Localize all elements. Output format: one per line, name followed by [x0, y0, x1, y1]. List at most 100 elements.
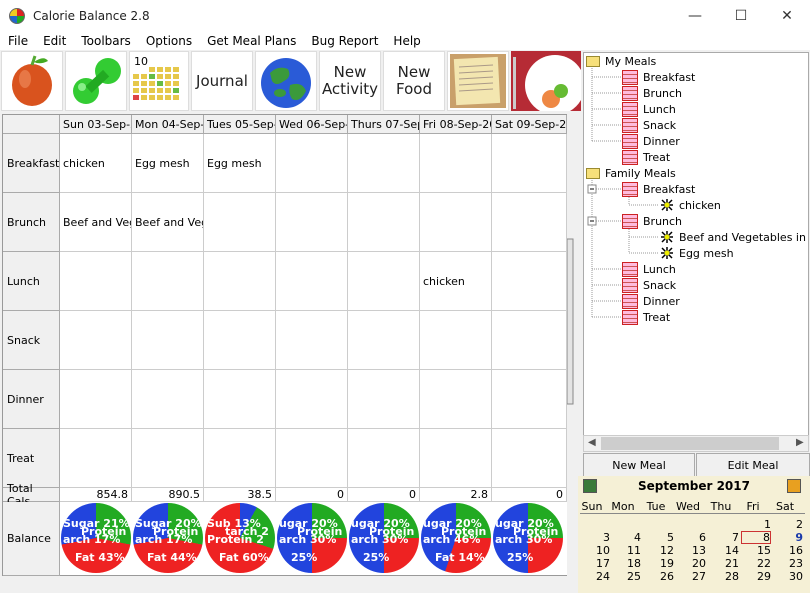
calendar-day[interactable]: 29: [741, 570, 771, 583]
calendar-day[interactable]: 21: [709, 557, 739, 570]
calendar-day[interactable]: 14: [709, 544, 739, 557]
meal-cell[interactable]: Egg mesh: [204, 134, 276, 193]
meal-cell[interactable]: [348, 134, 420, 193]
tree-my-meal-item[interactable]: Brunch: [622, 86, 682, 101]
meal-cell[interactable]: Beef and Veg: [60, 193, 132, 252]
meal-cell[interactable]: [60, 429, 132, 488]
meal-cell[interactable]: [348, 370, 420, 429]
meal-cell[interactable]: [204, 193, 276, 252]
meal-cell[interactable]: [492, 370, 567, 429]
tree-my-meals[interactable]: My Meals: [586, 55, 656, 68]
meal-cell[interactable]: chicken: [60, 134, 132, 193]
tree-family-breakfast[interactable]: Breakfast: [622, 182, 695, 197]
new-meal-button[interactable]: New Meal: [583, 453, 695, 477]
column-header-wed[interactable]: Wed 06-Sep-2: [276, 115, 348, 134]
menu-bug-report[interactable]: Bug Report: [303, 34, 385, 48]
tree-family-meal-item[interactable]: Snack: [622, 278, 676, 293]
meal-cell[interactable]: [348, 193, 420, 252]
meal-cell[interactable]: [204, 311, 276, 370]
calendar-day[interactable]: 27: [676, 570, 706, 583]
calendar-day[interactable]: 2: [773, 518, 803, 531]
tree-my-meal-item[interactable]: Treat: [622, 150, 670, 165]
edit-meal-button[interactable]: Edit Meal: [696, 453, 810, 477]
calendar-day[interactable]: 23: [773, 557, 803, 570]
new-activity-button[interactable]: New Activity: [319, 51, 381, 111]
tree-horizontal-scrollbar[interactable]: ◀ ▶: [583, 435, 809, 452]
tree-food-item[interactable]: Egg mesh: [660, 246, 734, 260]
tree-food-item[interactable]: Beef and Vegetables in Ric: [660, 230, 808, 244]
column-header-fri[interactable]: Fri 08-Sep-20: [420, 115, 492, 134]
scroll-left-icon[interactable]: ◀: [588, 437, 596, 448]
calendar-day[interactable]: 9: [773, 531, 803, 544]
calendar-day[interactable]: 7: [709, 531, 739, 544]
meal-cell[interactable]: [492, 311, 567, 370]
column-header-sat[interactable]: Sat 09-Sep-20: [492, 115, 567, 134]
meal-cell[interactable]: [132, 311, 204, 370]
column-header-tue[interactable]: Tues 05-Sep-:: [204, 115, 276, 134]
web-button[interactable]: [255, 51, 317, 111]
calendar-day[interactable]: 20: [676, 557, 706, 570]
meal-cell[interactable]: [420, 370, 492, 429]
meal-cell[interactable]: [60, 370, 132, 429]
meal-cell[interactable]: [276, 134, 348, 193]
calendar-day[interactable]: 10: [580, 544, 610, 557]
food-button[interactable]: [1, 51, 63, 111]
meal-cell[interactable]: [492, 134, 567, 193]
tree-my-meal-item[interactable]: Dinner: [622, 134, 680, 149]
calendar-day[interactable]: 16: [773, 544, 803, 557]
recipe-button[interactable]: [447, 51, 509, 111]
meal-cell[interactable]: [492, 193, 567, 252]
meal-cell[interactable]: [276, 429, 348, 488]
meal-cell[interactable]: [420, 311, 492, 370]
calendar-day[interactable]: 11: [611, 544, 641, 557]
meal-cell[interactable]: [348, 429, 420, 488]
meal-cell[interactable]: [132, 252, 204, 311]
meal-cell[interactable]: [60, 252, 132, 311]
calendar-day[interactable]: 22: [741, 557, 771, 570]
scroll-thumb[interactable]: [601, 437, 779, 450]
tree-family-meal-item[interactable]: Dinner: [622, 294, 680, 309]
tree-my-meal-item[interactable]: Snack: [622, 118, 676, 133]
meal-cell[interactable]: Beef and Veg: [132, 193, 204, 252]
calendar-day[interactable]: 12: [644, 544, 674, 557]
meal-cell[interactable]: Egg mesh: [132, 134, 204, 193]
calendar-day[interactable]: 6: [676, 531, 706, 544]
column-header-sun[interactable]: Sun 03-Sep-2: [60, 115, 132, 134]
calendar-button[interactable]: 10: [129, 51, 189, 111]
calendar-day[interactable]: 17: [580, 557, 610, 570]
meal-cell[interactable]: [276, 311, 348, 370]
close-button[interactable]: ✕: [764, 0, 810, 31]
calendar-day[interactable]: 5: [644, 531, 674, 544]
meal-cell[interactable]: [348, 311, 420, 370]
meal-cell[interactable]: [132, 429, 204, 488]
tree-food-item[interactable]: chicken: [660, 198, 721, 212]
menu-edit[interactable]: Edit: [35, 34, 73, 48]
meal-plate-button[interactable]: [511, 51, 581, 111]
menu-options[interactable]: Options: [138, 34, 199, 48]
calendar-day[interactable]: 24: [580, 570, 610, 583]
menu-help[interactable]: Help: [385, 34, 427, 48]
meal-cell[interactable]: chicken: [420, 252, 492, 311]
meal-cell[interactable]: [492, 429, 567, 488]
tree-my-meal-item[interactable]: Breakfast: [622, 70, 695, 85]
meal-cell[interactable]: [348, 252, 420, 311]
menu-toolbars[interactable]: Toolbars: [73, 34, 137, 48]
tree-family-meal-item[interactable]: Lunch: [622, 262, 676, 277]
meal-cell[interactable]: [492, 252, 567, 311]
menu-get-meal-plans[interactable]: Get Meal Plans: [199, 34, 303, 48]
column-header-mon[interactable]: Mon 04-Sep-2: [132, 115, 204, 134]
meals-tree[interactable]: My Meals Breakfast Brunch Lunch Snack Dinner T…: [583, 52, 809, 452]
calendar-day[interactable]: 1: [741, 518, 771, 531]
calendar-day[interactable]: 13: [676, 544, 706, 557]
meal-cell[interactable]: [132, 370, 204, 429]
calendar-day[interactable]: 3: [580, 531, 610, 544]
maximize-button[interactable]: ☐: [718, 0, 764, 31]
tree-family-meals[interactable]: Family Meals: [586, 167, 676, 180]
calendar-next-button[interactable]: [787, 479, 801, 493]
meal-cell[interactable]: [276, 252, 348, 311]
meal-cell[interactable]: [204, 370, 276, 429]
calendar-day[interactable]: 26: [644, 570, 674, 583]
calendar-day[interactable]: 8: [741, 531, 771, 544]
meal-cell[interactable]: [420, 134, 492, 193]
tree-family-brunch[interactable]: Brunch: [622, 214, 682, 229]
